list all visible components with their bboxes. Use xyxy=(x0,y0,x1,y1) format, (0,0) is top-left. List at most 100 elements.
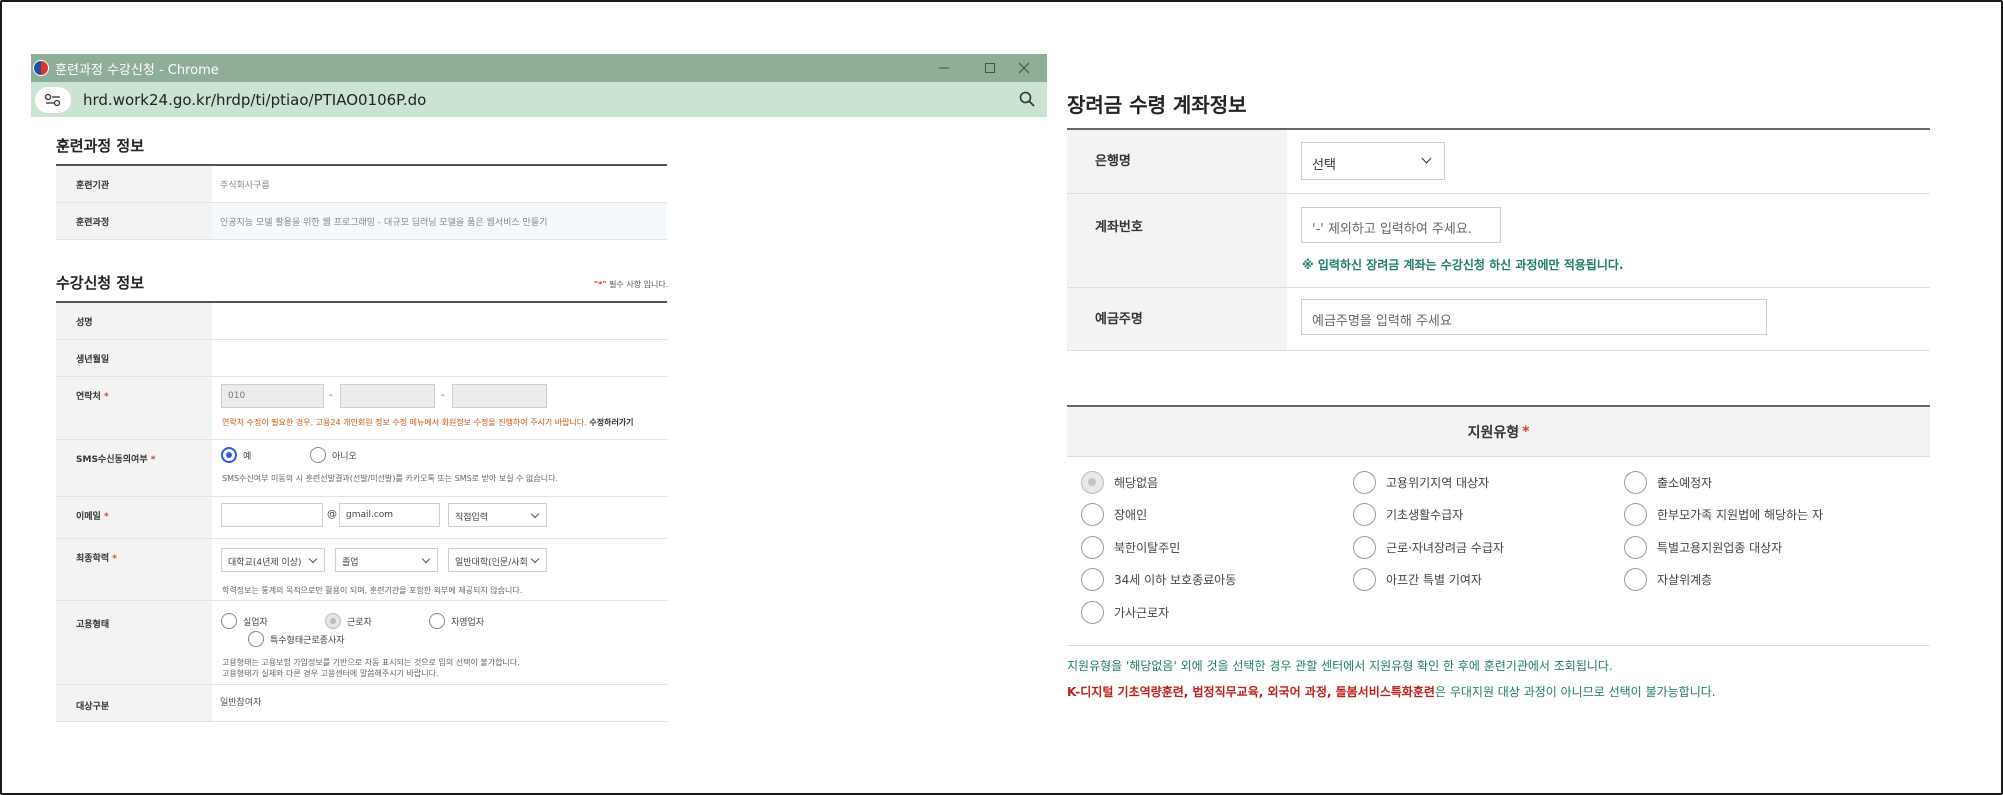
course-org-value: 주식회사구름 xyxy=(212,165,667,203)
email-id-input[interactable] xyxy=(221,503,323,527)
target-value: 일반참여자 xyxy=(212,684,667,722)
education-level-select[interactable]: 대학교(4년제 이상) xyxy=(221,548,325,572)
radio-icon xyxy=(310,447,326,463)
support-option-afghan[interactable]: 아프간 특별 기여자 xyxy=(1353,568,1482,591)
email-domain-input[interactable]: gmail.com xyxy=(339,503,440,527)
support-option-defector[interactable]: 북한이탈주민 xyxy=(1081,536,1180,559)
radio-icon xyxy=(1624,536,1647,559)
target-label: 대상구분 xyxy=(56,684,212,722)
radio-icon xyxy=(1353,503,1376,526)
employment-special-radio[interactable]: 특수형태근로종사자 xyxy=(248,631,345,647)
support-option-domestic-worker[interactable]: 가사근로자 xyxy=(1081,601,1169,624)
support-option-incentive[interactable]: 근로·자녀장려금 수급자 xyxy=(1353,536,1504,559)
email-label: 이메일 * xyxy=(56,496,212,539)
support-note-2-text: 은 우대지원 대상 과정이 아니므로 선택이 불가능합니다. xyxy=(1434,685,1716,699)
required-note: "*" 필수 사항 입니다. xyxy=(594,279,668,290)
employment-selfemployed-radio[interactable]: 자영업자 xyxy=(429,613,484,629)
email-domain-select[interactable]: 직접입력 xyxy=(448,503,547,527)
sms-label: SMS수신동의여부 * xyxy=(56,439,212,497)
required-star: "*" xyxy=(594,280,607,289)
radio-icon xyxy=(1624,503,1647,526)
support-option-crisis-region[interactable]: 고용위기지역 대상자 xyxy=(1353,471,1489,494)
sms-note: SMS수신여부 미동의 시 훈련선발결과(선발/미선발)를 카카오톡 또는 SM… xyxy=(222,474,558,483)
support-type-header: 지원유형 * xyxy=(1067,405,1930,457)
name-value xyxy=(212,302,667,340)
radio-icon xyxy=(1353,471,1376,494)
radio-icon xyxy=(1081,536,1104,559)
course-info-table: 훈련기관 주식회사구름 훈련과정 인공지능 모델 활용을 위한 웹 프로그래밍 … xyxy=(56,164,667,240)
radio-icon xyxy=(1081,568,1104,591)
radio-icon xyxy=(248,631,264,647)
course-name-value: 인공지능 모델 활용을 위한 웹 프로그래밍 - 대규모 딥러닝 모델을 품은 … xyxy=(212,202,667,240)
support-note-1: 지원유형을 '해당없음' 외에 것을 선택한 경우 관할 센터에서 지원유형 확… xyxy=(1067,659,1613,673)
radio-icon xyxy=(429,613,445,629)
phone-last-input[interactable] xyxy=(452,384,547,408)
table-row: 은행명 xyxy=(1067,129,1930,194)
table-row: 훈련기관 주식회사구름 xyxy=(56,165,667,203)
site-info-icon[interactable] xyxy=(35,86,71,113)
email-at: @ xyxy=(327,509,337,520)
support-note-2: K-디지털 기초역량훈련, 법정직무교육, 외국어 과정, 돌봄서비스특화훈련은… xyxy=(1067,683,1716,700)
education-status-select[interactable]: 졸업 xyxy=(335,548,438,572)
birth-label: 생년월일 xyxy=(56,339,212,377)
minimize-icon[interactable] xyxy=(921,54,967,82)
radio-icon xyxy=(1081,601,1104,624)
divider xyxy=(1067,645,1930,646)
radio-icon xyxy=(1081,503,1104,526)
support-option-release[interactable]: 출소예정자 xyxy=(1624,471,1712,494)
account-info-title: 장려금 수령 계좌정보 xyxy=(1067,93,1247,117)
account-number-label: 계좌번호 xyxy=(1067,193,1287,288)
employment-note-1: 고용형태는 고용보험 가입정보를 기반으로 자동 표시되는 것으로 임의 선택이… xyxy=(222,658,520,667)
support-option-none[interactable]: 해당없음 xyxy=(1081,471,1158,494)
employment-note-2: 고용형태가 실제와 다른 경우 고용센터에 말씀해주시기 바랍니다. xyxy=(222,669,439,678)
radio-icon xyxy=(221,613,237,629)
sms-no-radio[interactable]: 아니오 xyxy=(310,447,357,463)
table-row: 훈련과정 인공지능 모델 활용을 위한 웹 프로그래밍 - 대규모 딥러닝 모델… xyxy=(56,202,667,240)
address-bar[interactable]: hrd.work24.go.kr/hrdp/ti/ptiao/PTIAO0106… xyxy=(31,82,1047,117)
radio-icon xyxy=(1624,568,1647,591)
contact-note: 연락처 수정이 필요한 경우, 고용24 개인회원 정보 수정 메뉴에서 회원정… xyxy=(222,418,634,427)
support-option-basic-living[interactable]: 기초생활수급자 xyxy=(1353,503,1463,526)
account-number-input[interactable]: '-' 제외하고 입력하여 주세요. xyxy=(1301,207,1501,243)
support-option-special-industry[interactable]: 특별고용지원업종 대상자 xyxy=(1624,536,1782,559)
course-info-title: 훈련과정 정보 xyxy=(56,137,145,155)
radio-selected-disabled-icon xyxy=(325,613,341,629)
sms-cell xyxy=(212,439,667,497)
edit-contact-link[interactable]: 수정하러가기 xyxy=(589,418,633,427)
employment-worker-radio[interactable]: 근로자 xyxy=(325,613,372,629)
close-icon[interactable] xyxy=(1001,54,1047,82)
support-note-2-highlight: K-디지털 기초역량훈련, 법정직무교육, 외국어 과정, 돌봄서비스특화훈련 xyxy=(1067,685,1435,699)
radio-icon xyxy=(1353,568,1376,591)
required-note-text: 필수 사항 입니다. xyxy=(606,280,669,289)
support-option-single-parent[interactable]: 한부모가족 지원법에 해당하는 자 xyxy=(1624,503,1823,526)
contact-label: 연락처 * xyxy=(56,376,212,440)
phone-middle-input[interactable] xyxy=(340,384,435,408)
education-label: 최종학력 * xyxy=(56,538,212,601)
bank-select[interactable]: 선택 xyxy=(1301,142,1445,180)
radio-selected-icon xyxy=(221,447,237,463)
education-note: 학력정보는 통계의 목적으로만 활용이 되며, 훈련기관을 포함한 외부에 제공… xyxy=(222,586,523,595)
phone-separator: - xyxy=(329,390,333,401)
url-text[interactable]: hrd.work24.go.kr/hrdp/ti/ptiao/PTIAO0106… xyxy=(83,91,426,109)
support-option-youth[interactable]: 34세 이하 보호종료아동 xyxy=(1081,568,1236,591)
phone-prefix-input[interactable]: 010 xyxy=(221,384,324,408)
radio-icon xyxy=(1624,471,1647,494)
account-holder-input[interactable]: 예금주명을 입력해 주세요 xyxy=(1301,299,1767,335)
window-title: 훈련과정 수강신청 - Chrome xyxy=(55,62,219,78)
sms-yes-radio[interactable]: 예 xyxy=(221,447,251,463)
employment-unemployed-radio[interactable]: 실업자 xyxy=(221,613,268,629)
zoom-icon[interactable] xyxy=(1019,91,1035,111)
support-option-risk-group[interactable]: 자살위계층 xyxy=(1624,568,1712,591)
table-row: 대상구분 일반참여자 xyxy=(56,684,667,722)
table-row: SMS수신동의여부 * xyxy=(56,439,667,497)
apply-info-title: 수강신청 정보 xyxy=(56,274,145,292)
radio-icon xyxy=(1353,536,1376,559)
radio-selected-disabled-icon xyxy=(1081,471,1104,494)
bank-label: 은행명 xyxy=(1067,129,1287,194)
course-org-label: 훈련기관 xyxy=(56,165,212,203)
education-school-select[interactable]: 일반대학(인문/사회 xyxy=(448,548,547,572)
course-name-label: 훈련과정 xyxy=(56,202,212,240)
table-row: 생년월일 xyxy=(56,339,667,377)
birth-value xyxy=(212,339,667,377)
support-option-disabled[interactable]: 장애인 xyxy=(1081,503,1147,526)
